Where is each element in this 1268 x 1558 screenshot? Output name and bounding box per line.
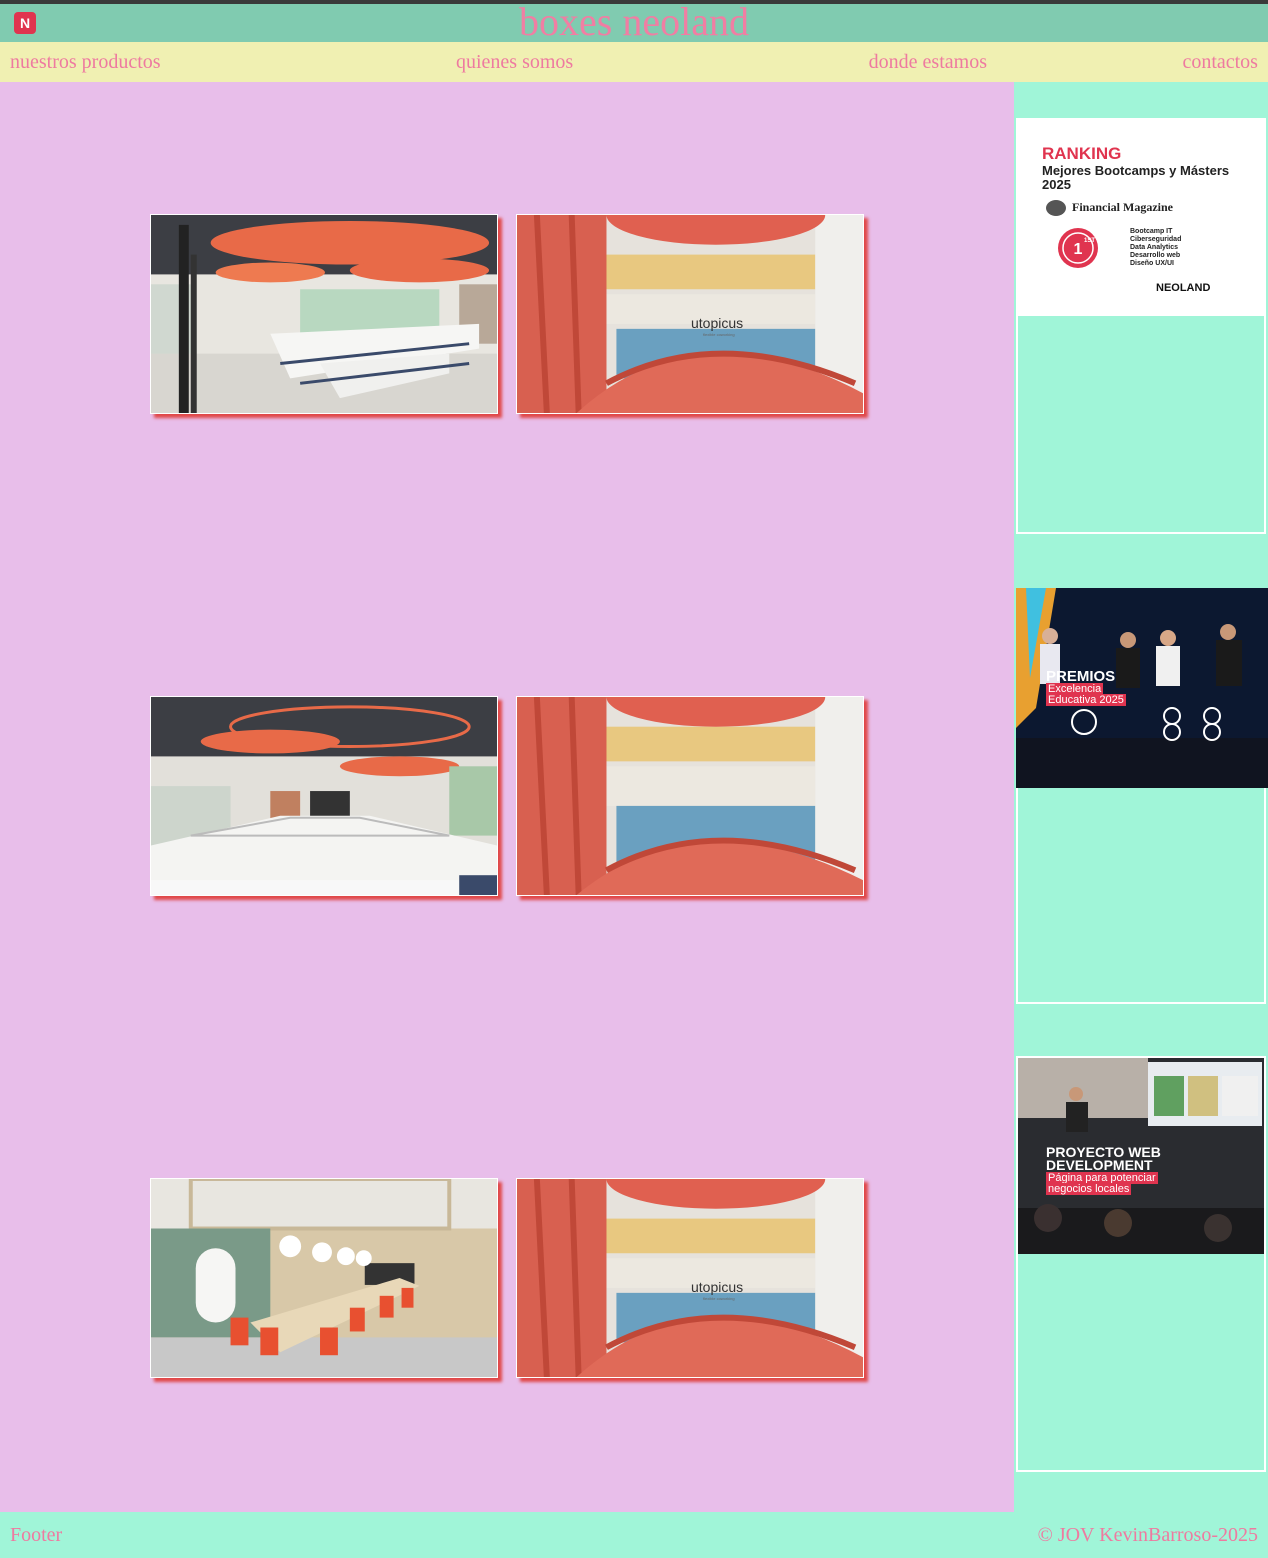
photo-classroom[interactable] xyxy=(150,214,498,414)
page-title: boxes neoland xyxy=(519,0,749,44)
ranking-heading: RANKING xyxy=(1042,144,1122,163)
ranking-brand: NEOLAND xyxy=(1156,282,1211,294)
footer-copyright: © JOV KevinBarroso-2025 xyxy=(1037,1523,1258,1546)
photo-caption-sub: flexible coworking xyxy=(703,332,735,337)
first-place-badge-icon: 1 xyxy=(1058,228,1098,268)
gallery-main: utopicus flexible coworking utopicus fle… xyxy=(0,82,1014,1512)
financial-magazine-logo-icon xyxy=(1046,200,1066,216)
nav-link-contactos[interactable]: contactos xyxy=(1182,51,1258,74)
sidebar-ad-box-premios: PREMIOS Excelencia Educativa 2025 xyxy=(1016,588,1268,1004)
proyecto-heading-2: DEVELOPMENT xyxy=(1046,1157,1153,1173)
ranking-subheading: Mejores Bootcamps y Másters 2025 xyxy=(1042,163,1230,192)
photo-caption: utopicus xyxy=(691,315,744,331)
photo-atrium-staircase[interactable]: utopicus flexible coworking xyxy=(516,214,864,414)
proyecto-sub2: negocios locales xyxy=(1046,1183,1132,1195)
ranking-list-item: Data Analytics xyxy=(1130,244,1178,251)
photo-caption: utopicus xyxy=(691,1279,744,1295)
nav-link-donde-estamos[interactable]: donde estamos xyxy=(869,51,987,74)
photo-meeting-room[interactable] xyxy=(150,696,498,896)
photo-atrium-staircase-2[interactable] xyxy=(516,696,864,896)
footer-label: Footer xyxy=(10,1523,63,1546)
ranking-magazine: Financial Magazine xyxy=(1072,200,1173,214)
main-nav: nuestros productos quienes somos donde e… xyxy=(0,42,1268,82)
ranking-list-item: Bootcamp IT xyxy=(1130,228,1173,235)
ranking-list: Bootcamp IT Ciberseguridad Data Analytic… xyxy=(1130,228,1181,268)
ranking-list-item: Ciberseguridad xyxy=(1130,236,1182,243)
sidebar-ad-box-proyecto: PROYECTO WEB DEVELOPMENT Página para pot… xyxy=(1016,1056,1266,1472)
photo-caption-sub: flexible coworking xyxy=(703,1296,735,1301)
ranking-list-item: Desarrollo web xyxy=(1130,252,1181,259)
site-header: N boxes neoland xyxy=(0,0,1268,44)
photo-atrium-staircase-3[interactable]: utopicus flexible coworking xyxy=(516,1178,864,1378)
premios-banner[interactable]: PREMIOS Excelencia Educativa 2025 xyxy=(1016,588,1268,788)
nav-link-productos[interactable]: nuestros productos xyxy=(10,51,161,74)
photo-boardroom[interactable] xyxy=(150,1178,498,1378)
svg-text:1: 1 xyxy=(1074,241,1083,258)
site-footer: Footer © JOV KevinBarroso-2025 xyxy=(0,1512,1268,1558)
premios-sub2: Educativa 2025 xyxy=(1046,694,1126,706)
proyecto-banner[interactable]: PROYECTO WEB DEVELOPMENT Página para pot… xyxy=(1018,1058,1264,1254)
ranking-list-item: Diseño UX/UI xyxy=(1130,260,1174,267)
nav-link-quienes-somos[interactable]: quienes somos xyxy=(456,51,573,74)
ranking-banner[interactable]: RANKING Mejores Bootcamps y Másters 2025… xyxy=(1018,120,1264,316)
sidebar: RANKING Mejores Bootcamps y Másters 2025… xyxy=(1014,82,1268,1512)
ranking-badge-text: 1ST xyxy=(1084,238,1096,244)
sidebar-ad-box-ranking: RANKING Mejores Bootcamps y Másters 2025… xyxy=(1016,118,1266,534)
